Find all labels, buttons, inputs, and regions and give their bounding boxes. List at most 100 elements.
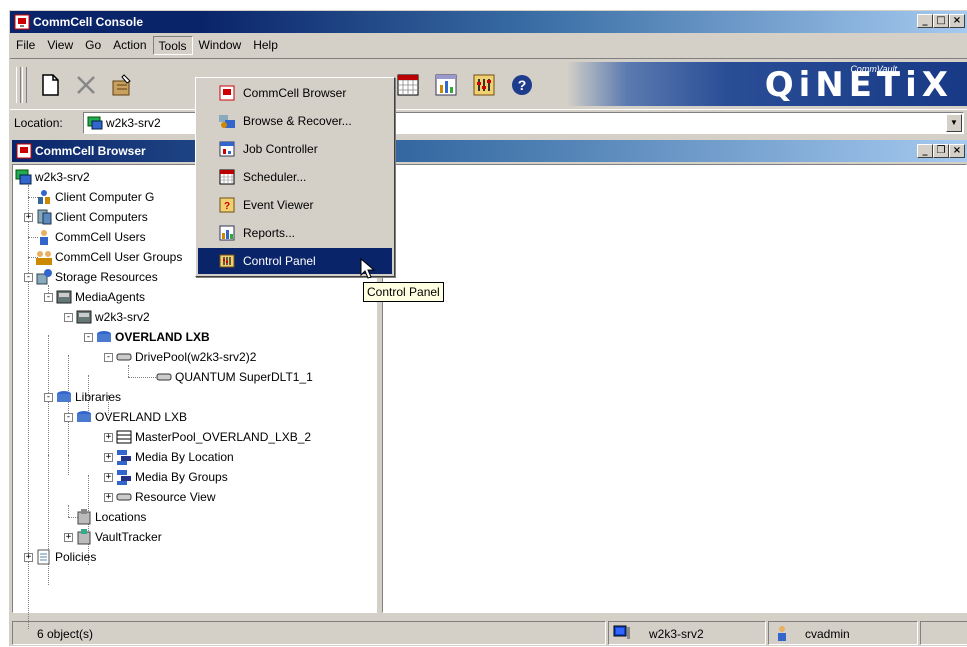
minimize-button[interactable]: _ xyxy=(917,14,933,28)
reports-icon xyxy=(219,225,235,241)
delete-icon[interactable] xyxy=(72,71,100,99)
svg-text:?: ? xyxy=(518,77,527,93)
scheduler-icon xyxy=(219,169,235,185)
event-viewer-icon: ? xyxy=(219,197,235,213)
drive-pool-icon xyxy=(116,353,132,361)
details-pane xyxy=(382,164,967,613)
status-extra xyxy=(920,621,967,645)
title-bar[interactable]: CommCell Console _ □ × xyxy=(10,11,967,33)
location-label: Location: xyxy=(14,116,63,130)
media-agents-icon xyxy=(56,290,72,304)
expand-icon[interactable]: + xyxy=(104,453,113,462)
media-groups-icon xyxy=(117,470,131,485)
qinetix-logo: CommVault QiNETiX xyxy=(567,62,967,106)
library-icon xyxy=(97,331,111,342)
location-value: w2k3-srv2 xyxy=(106,116,161,130)
tools-menu: CommCell Browser Browse & Recover... Job… xyxy=(195,77,395,277)
svg-text:?: ? xyxy=(224,201,230,212)
status-user: cvadmin xyxy=(768,621,918,645)
control-panel-icon[interactable] xyxy=(470,71,498,99)
new-icon[interactable] xyxy=(36,71,64,99)
client-computers-icon xyxy=(37,209,52,225)
toolbar-grip[interactable] xyxy=(16,67,21,103)
mdi-area: CommCell Browser _ ❐ × w2k3-srv2 Client … xyxy=(10,138,967,629)
expand-icon[interactable]: + xyxy=(104,433,113,442)
menu-view[interactable]: View xyxy=(41,35,79,52)
libraries-icon xyxy=(57,391,71,402)
commcell-icon xyxy=(15,169,32,185)
library-icon xyxy=(77,411,91,422)
tree-line xyxy=(28,185,29,629)
control-panel-icon xyxy=(219,254,235,268)
menu-item-event-viewer[interactable]: ? Event Viewer xyxy=(198,192,392,218)
client-group-icon xyxy=(38,190,50,204)
menu-bar: File View Go Action Tools Window Help xyxy=(10,35,967,55)
menu-item-scheduler[interactable]: Scheduler... xyxy=(198,164,392,190)
scheduler-icon[interactable] xyxy=(394,71,422,99)
status-bar: 6 object(s) w2k3-srv2 cvadmin xyxy=(10,617,967,647)
expand-icon[interactable]: + xyxy=(64,533,73,542)
restore-button[interactable]: ❐ xyxy=(933,144,949,158)
expand-icon[interactable]: + xyxy=(104,473,113,482)
menu-go[interactable]: Go xyxy=(79,35,107,52)
reports-icon[interactable] xyxy=(432,71,460,99)
location-bar: Location: w2k3-srv2 ▼ xyxy=(10,110,967,136)
user-groups-icon xyxy=(36,251,52,265)
drive-icon xyxy=(156,373,172,381)
close-button[interactable]: × xyxy=(949,14,965,28)
status-server: w2k3-srv2 xyxy=(608,621,766,645)
toolbar-grip[interactable] xyxy=(22,67,27,103)
media-location-icon xyxy=(117,450,131,465)
chevron-down-icon[interactable]: ▼ xyxy=(946,114,962,132)
main-window: CommCell Console _ □ × File View Go Acti… xyxy=(8,9,967,646)
media-agent-icon xyxy=(76,310,92,324)
computer-icon xyxy=(613,625,630,639)
properties-icon[interactable] xyxy=(108,71,136,99)
policies-icon xyxy=(37,549,50,565)
tree-line xyxy=(68,455,69,475)
logo-text: QiNETiX xyxy=(764,65,953,105)
tooltip: Control Panel xyxy=(363,282,444,302)
master-pool-icon xyxy=(116,430,132,444)
restore-button[interactable]: □ xyxy=(933,14,949,28)
tree-node-label: w2k3-srv2 xyxy=(35,170,90,184)
collapse-icon[interactable]: - xyxy=(84,333,93,342)
menu-help[interactable]: Help xyxy=(247,35,284,52)
browser-title: CommCell Browser xyxy=(35,144,146,158)
browser-title-bar[interactable]: CommCell Browser _ ❐ × xyxy=(12,140,967,162)
collapse-icon[interactable]: - xyxy=(64,313,73,322)
toolbar: ? CommVault QiNETiX xyxy=(10,58,967,110)
collapse-icon[interactable]: - xyxy=(104,353,113,362)
minimize-button[interactable]: _ xyxy=(917,144,933,158)
expand-icon[interactable]: + xyxy=(24,213,33,222)
help-icon[interactable]: ? xyxy=(508,71,536,99)
app-icon xyxy=(14,14,30,30)
menu-item-job-controller[interactable]: Job Controller xyxy=(198,136,392,162)
collapse-icon[interactable]: - xyxy=(44,293,53,302)
mouse-cursor-icon xyxy=(360,258,376,279)
menu-file[interactable]: File xyxy=(10,35,41,52)
window-title: CommCell Console xyxy=(33,15,144,29)
collapse-icon[interactable]: - xyxy=(44,393,53,402)
job-controller-icon xyxy=(219,141,235,157)
commcell-browser-icon xyxy=(219,85,235,101)
collapse-icon[interactable]: - xyxy=(64,413,73,422)
browse-recover-icon xyxy=(219,115,235,128)
expand-icon[interactable]: + xyxy=(104,493,113,502)
menu-item-commcell-browser[interactable]: CommCell Browser xyxy=(198,80,392,106)
storage-icon xyxy=(36,269,52,285)
expand-icon[interactable]: + xyxy=(24,553,33,562)
locations-icon xyxy=(77,509,91,525)
vault-tracker-icon xyxy=(77,529,91,545)
user-icon xyxy=(40,230,48,245)
close-button[interactable]: × xyxy=(949,144,965,158)
status-objects: 6 object(s) xyxy=(12,621,606,645)
menu-item-reports[interactable]: Reports... xyxy=(198,220,392,246)
menu-action[interactable]: Action xyxy=(107,35,152,52)
commcell-browser-icon xyxy=(16,143,32,159)
commcell-icon xyxy=(87,116,103,130)
menu-window[interactable]: Window xyxy=(193,35,248,52)
collapse-icon[interactable]: - xyxy=(24,273,33,282)
menu-tools[interactable]: Tools xyxy=(152,36,193,55)
menu-item-browse-recover[interactable]: Browse & Recover... xyxy=(198,108,392,134)
